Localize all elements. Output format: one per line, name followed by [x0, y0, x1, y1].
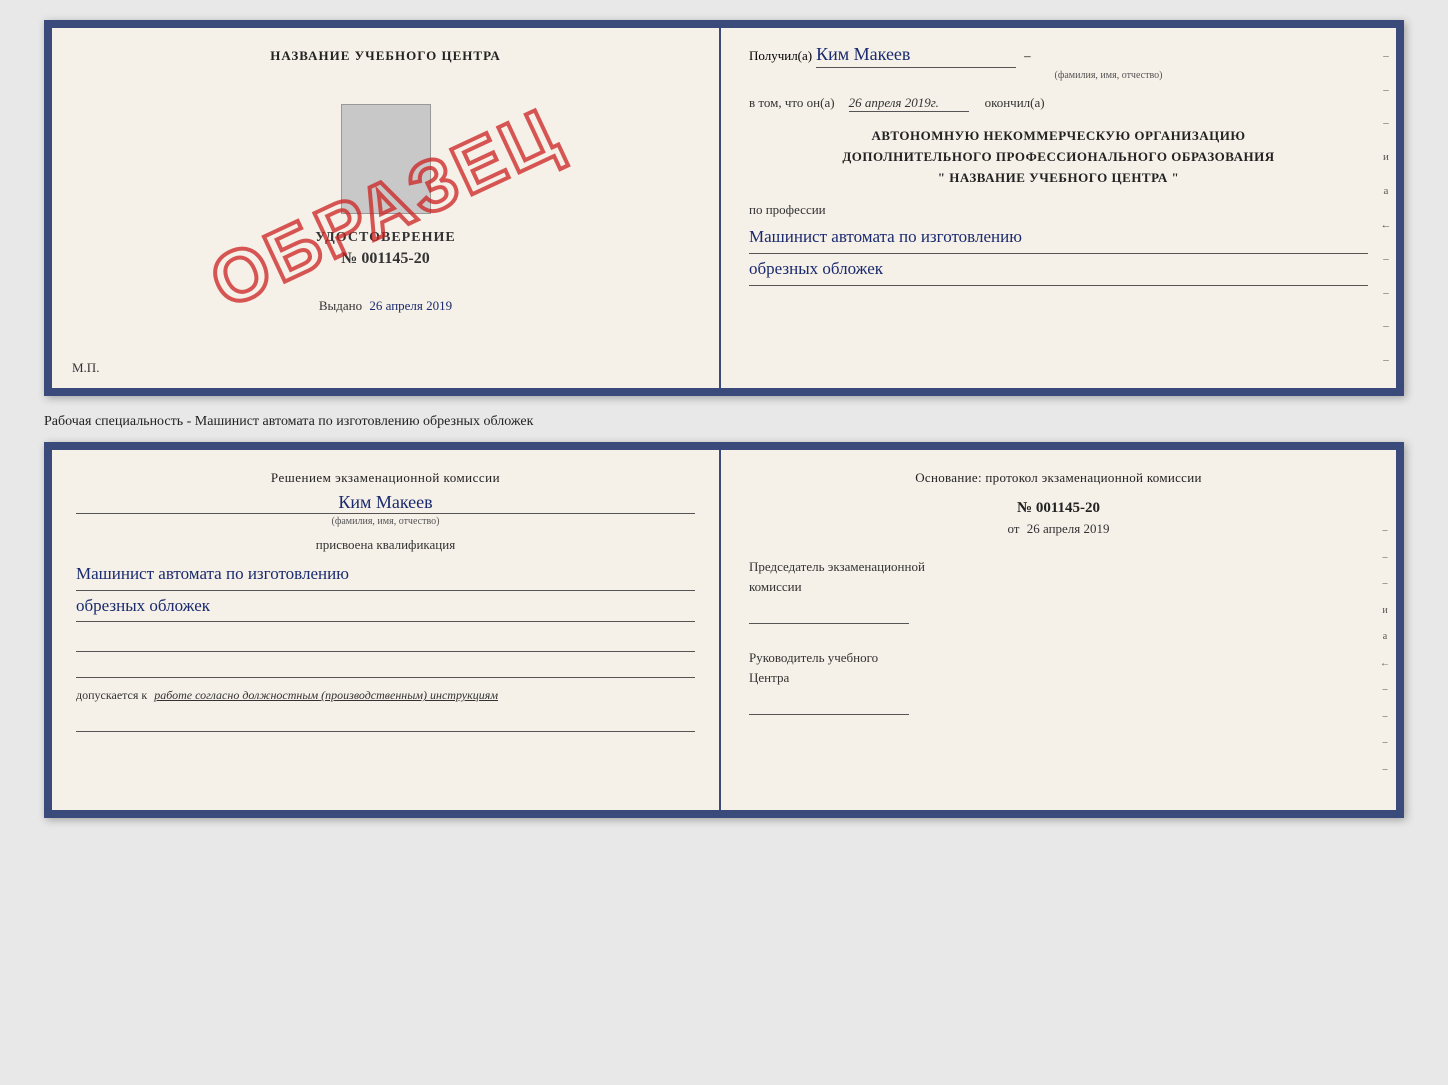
- middle-text: Рабочая специальность - Машинист автомат…: [44, 414, 1404, 430]
- issued-date: Выдано 26 апреля 2019: [319, 298, 452, 314]
- admission-label: допускается к: [76, 688, 147, 702]
- admission-italic: работе согласно должностным (производств…: [154, 688, 498, 702]
- completed-line: в том, что он(а) 26 апреля 2019г. окончи…: [749, 95, 1368, 112]
- bottom-document: Решением экзаменационной комиссии Ким Ма…: [44, 442, 1404, 818]
- top-doc-left: НАЗВАНИЕ УЧЕБНОГО ЦЕНТРА ОБРАЗЕЦ УДОСТОВ…: [52, 28, 721, 388]
- mp-label: М.П.: [72, 360, 99, 376]
- org-block: АВТОНОМНУЮ НЕКОММЕРЧЕСКУЮ ОРГАНИЗАЦИЮ ДО…: [749, 126, 1368, 188]
- head-title2: Центра: [749, 670, 789, 685]
- completed-after: окончил(а): [985, 95, 1045, 111]
- org-line1: АВТОНОМНУЮ НЕКОММЕРЧЕСКУЮ ОРГАНИЗАЦИЮ: [749, 126, 1368, 147]
- recipient-dash: –: [1024, 48, 1031, 64]
- protocol-date-prefix: от: [1007, 521, 1019, 536]
- certificate-label: УДОСТОВЕРЕНИЕ: [315, 230, 455, 246]
- head-title1: Руководитель учебного: [749, 650, 878, 665]
- recipient-name: Ким Макеев: [816, 44, 1016, 68]
- blank-line-2: [76, 658, 695, 678]
- qual-val2: обрезных обложек: [76, 591, 695, 623]
- protocol-date-val: 26 апреля 2019: [1027, 521, 1110, 536]
- completed-label: в том, что он(а): [749, 95, 835, 111]
- issued-label: Выдано: [319, 298, 362, 313]
- bottom-doc-right: Основание: протокол экзаменационной коми…: [721, 450, 1396, 810]
- top-doc-right: Получил(а) Ким Макеев – (фамилия, имя, о…: [721, 28, 1396, 388]
- fio-hint-top: (фамилия, имя, отчество): [849, 70, 1368, 81]
- issued-date-val: 26 апреля 2019: [369, 298, 452, 313]
- recipient-label: Получил(а): [749, 48, 812, 64]
- certificate-number: № 001145-20: [341, 250, 430, 268]
- profession-val2: обрезных обложек: [749, 254, 1368, 286]
- profession-val1: Машинист автомата по изготовлению: [749, 222, 1368, 254]
- photo-placeholder: [341, 104, 431, 214]
- chairman-sig-line: [749, 604, 909, 624]
- fio-hint-bottom: (фамилия, имя, отчество): [76, 516, 695, 527]
- decision-name: Ким Макеев: [76, 492, 695, 514]
- protocol-number: № 001145-20: [749, 500, 1368, 517]
- org-line3: " НАЗВАНИЕ УЧЕБНОГО ЦЕНТРА ": [749, 168, 1368, 189]
- qual-val1: Машинист автомата по изготовлению: [76, 559, 695, 591]
- blank-line-3: [76, 712, 695, 732]
- head-sig-line: [749, 695, 909, 715]
- chairman-block: Председатель экзаменационной комиссии: [749, 557, 1368, 624]
- chairman-title: Председатель экзаменационной комиссии: [749, 557, 1368, 596]
- top-document: НАЗВАНИЕ УЧЕБНОГО ЦЕНТРА ОБРАЗЕЦ УДОСТОВ…: [44, 20, 1404, 396]
- decision-title: Решением экзаменационной комиссии: [76, 470, 695, 486]
- head-title: Руководитель учебного Центра: [749, 648, 1368, 687]
- basis-title: Основание: протокол экзаменационной коми…: [749, 470, 1368, 486]
- chairman-title1: Председатель экзаменационной: [749, 559, 925, 574]
- protocol-date: от 26 апреля 2019: [749, 521, 1368, 537]
- completed-date: 26 апреля 2019г.: [849, 95, 969, 112]
- training-center-title: НАЗВАНИЕ УЧЕБНОГО ЦЕНТРА: [270, 48, 501, 64]
- blank-line-1: [76, 632, 695, 652]
- right-side-dashes-bottom: – – – и а ← – – – –: [1376, 510, 1394, 790]
- qual-assigned: присвоена квалификация: [76, 537, 695, 553]
- right-side-dashes: – – – и а ← – – – –: [1376, 28, 1396, 388]
- chairman-title2: комиссии: [749, 579, 802, 594]
- head-block: Руководитель учебного Центра: [749, 648, 1368, 715]
- admission-text: допускается к работе согласно должностны…: [76, 686, 695, 704]
- profession-label: по профессии: [749, 202, 1368, 218]
- bottom-doc-left: Решением экзаменационной комиссии Ким Ма…: [52, 450, 721, 810]
- org-line2: ДОПОЛНИТЕЛЬНОГО ПРОФЕССИОНАЛЬНОГО ОБРАЗО…: [749, 147, 1368, 168]
